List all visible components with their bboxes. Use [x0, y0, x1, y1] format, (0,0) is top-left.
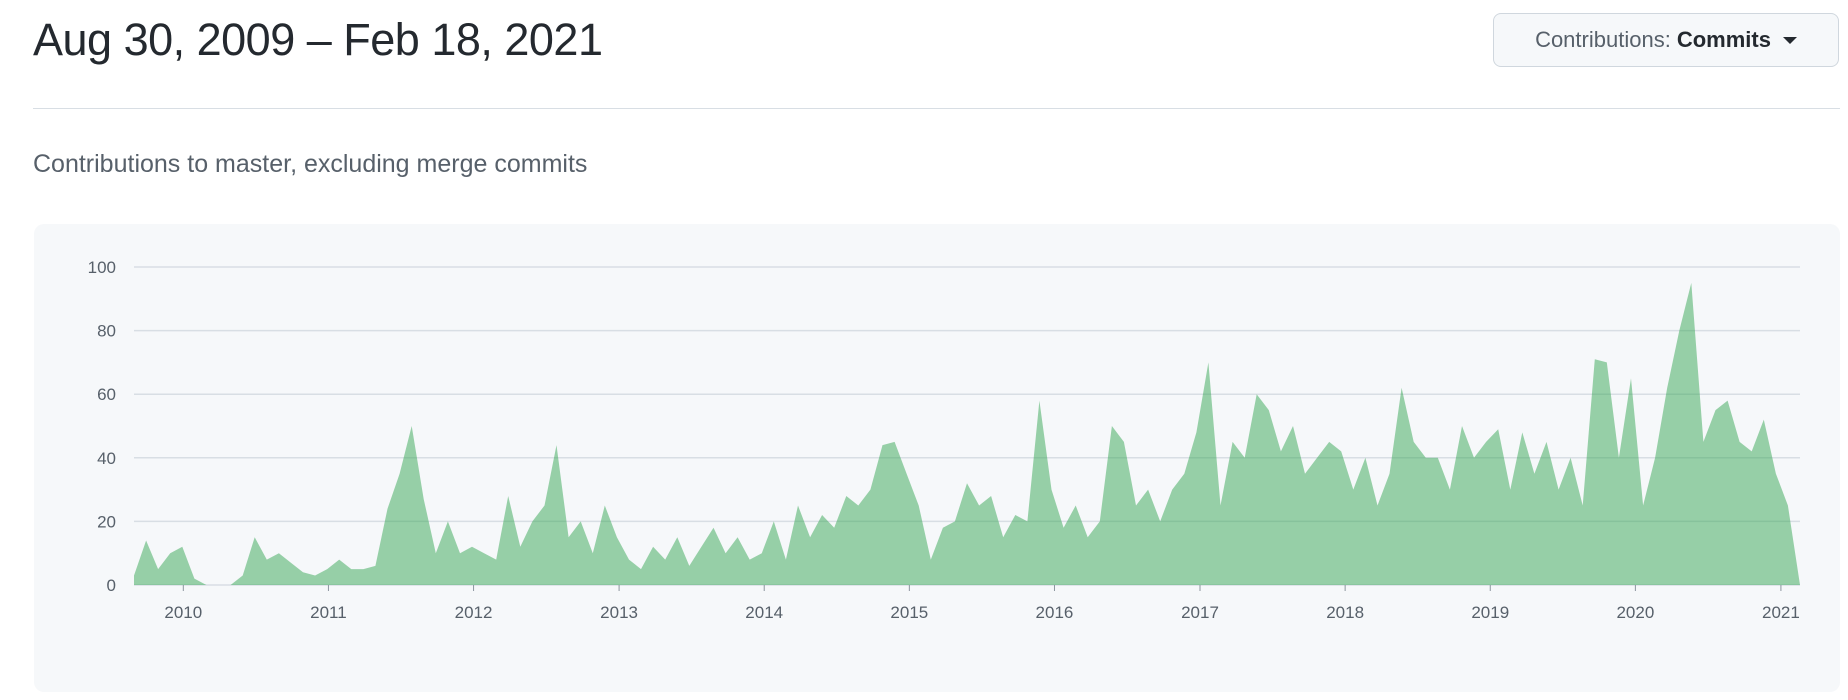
x-tick-label: 2021 — [1762, 603, 1800, 622]
dropdown-value: Commits — [1676, 27, 1771, 52]
contributions-chart: 0 20 40 60 80 100 2010 2011 2012 2013 2014 2015 2016… — [88, 258, 1800, 622]
y-tick-label: 40 — [97, 449, 116, 468]
x-tick-label: 2016 — [1036, 603, 1074, 622]
y-tick-label: 100 — [88, 258, 116, 277]
x-tick-label: 2014 — [745, 603, 783, 622]
x-tick-label: 2017 — [1181, 603, 1219, 622]
x-tick-label: 2015 — [890, 603, 928, 622]
x-tick-label: 2010 — [164, 603, 202, 622]
x-tick-label: 2020 — [1616, 603, 1654, 622]
chart-subtitle: Contributions to master, excluding merge… — [33, 150, 588, 178]
x-tick-label: 2013 — [600, 603, 638, 622]
page-title: Aug 30, 2009 – Feb 18, 2021 — [33, 14, 603, 65]
chart-panel: 0 20 40 60 80 100 2010 2011 2012 2013 2014 2015 2016… — [34, 224, 1840, 692]
divider — [33, 108, 1840, 109]
y-tick-label: 60 — [97, 385, 116, 404]
y-tick-label: 80 — [97, 322, 116, 341]
y-tick-label: 0 — [107, 576, 116, 595]
y-tick-label: 20 — [97, 512, 116, 531]
x-tick-label: 2012 — [455, 603, 493, 622]
caret-down-icon — [1782, 36, 1797, 44]
x-tick-label: 2019 — [1471, 603, 1509, 622]
x-tick-label: 2011 — [310, 603, 347, 622]
x-tick-label: 2018 — [1326, 603, 1364, 622]
contributions-area — [134, 282, 1800, 585]
dropdown-label: Contributions: — [1535, 27, 1671, 52]
contributions-type-dropdown[interactable]: Contributions: Commits — [1493, 13, 1839, 67]
